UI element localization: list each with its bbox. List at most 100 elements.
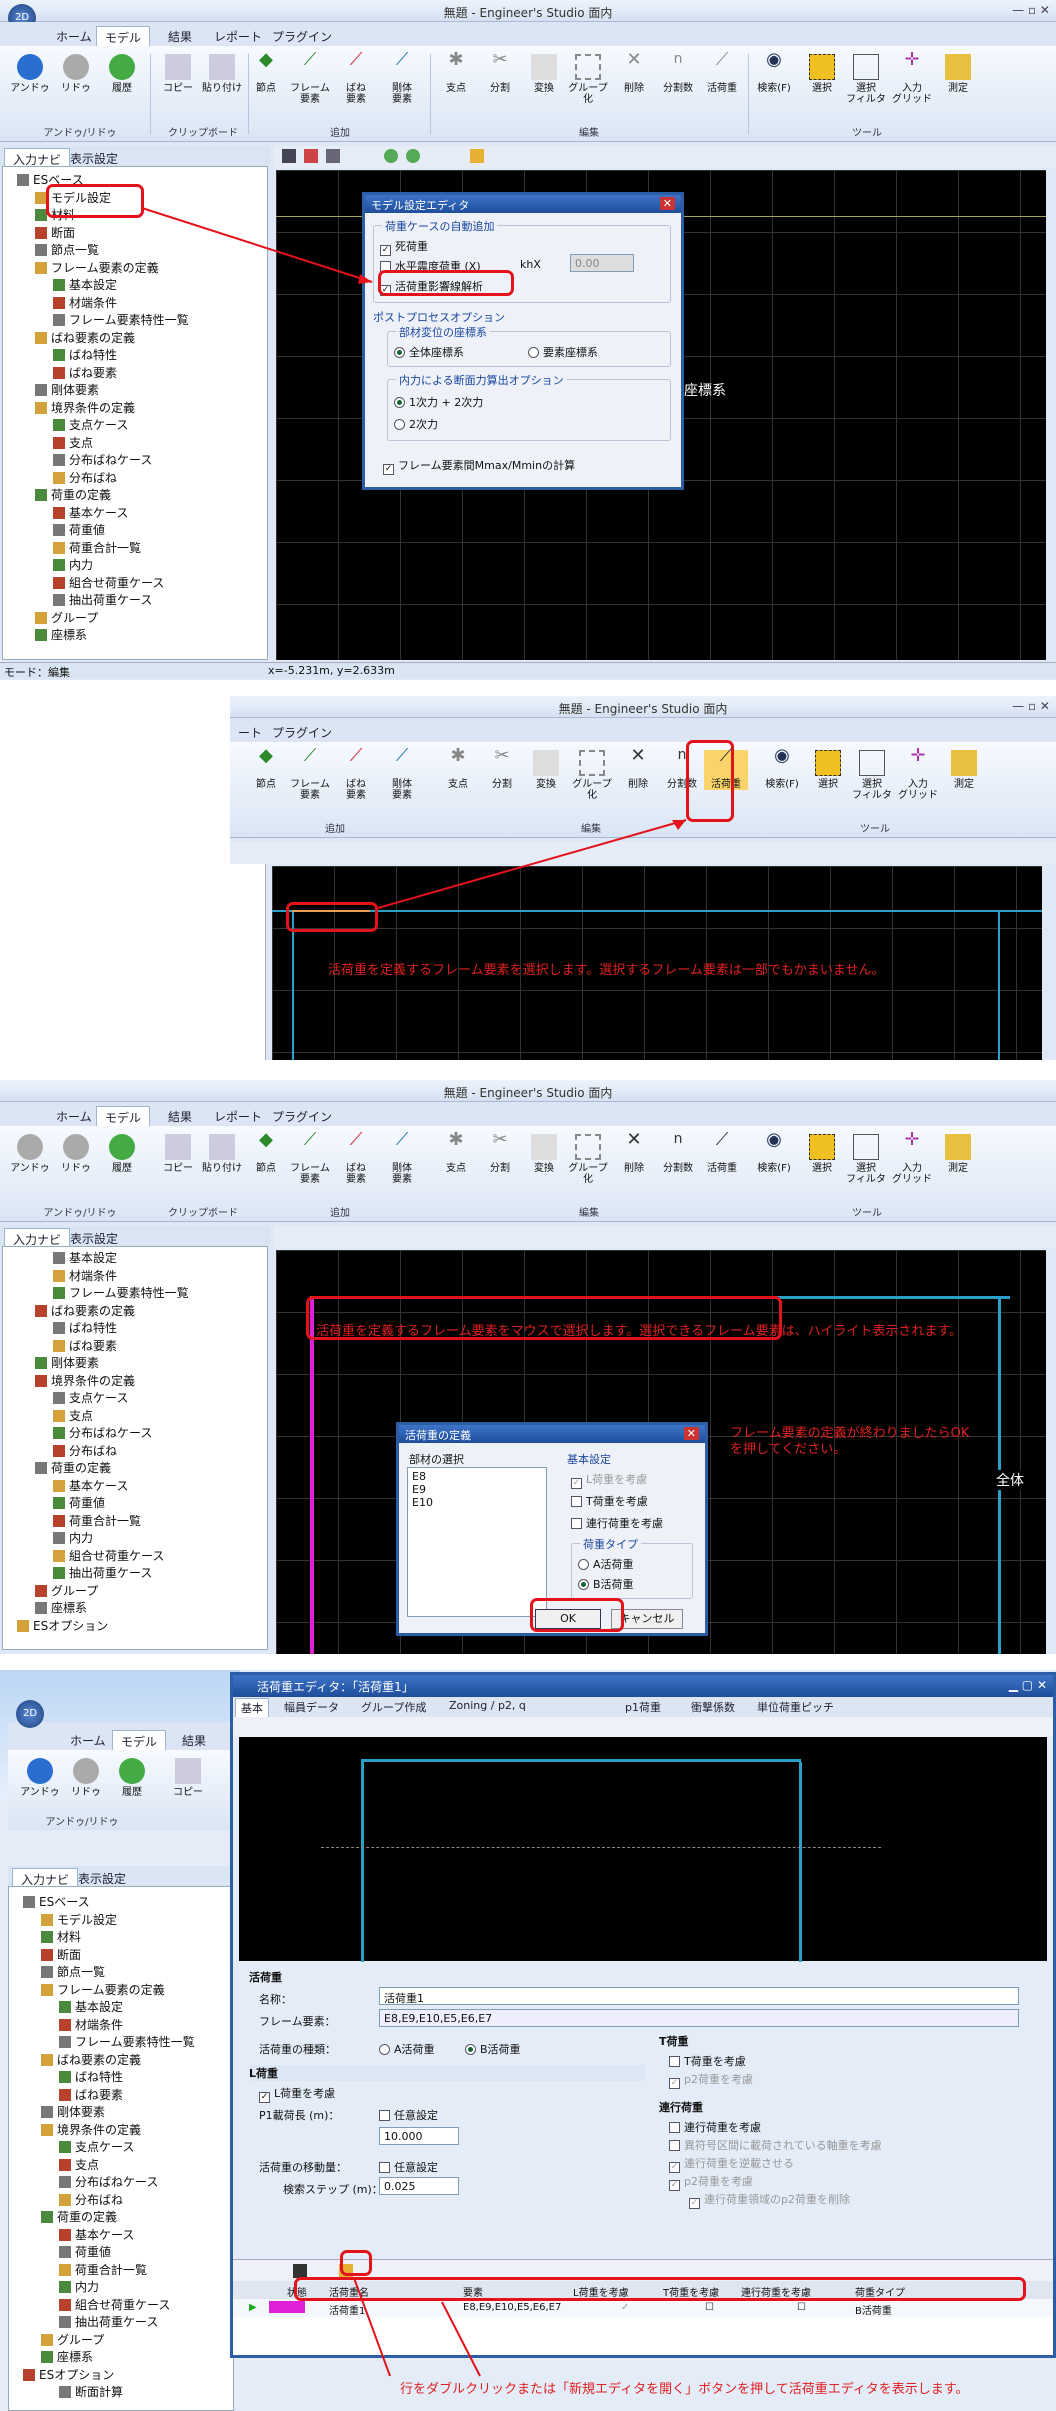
tab-display-settings[interactable]: 表示設定 [62,1228,126,1248]
basic-settings-heading: 基本設定 [567,1453,611,1466]
tab-input-navi[interactable]: 入力ナビ [4,1228,71,1248]
tree-item-label: 組合せ荷重ケース [69,1548,165,1563]
tree-item[interactable]: 支点ケース [53,1389,128,1406]
group-label: グループ 化 [568,1163,608,1185]
tree-node-icon [53,1567,65,1579]
node-icon: ◆ [259,1129,273,1150]
tab-plugin[interactable]: プラグイン [264,1106,340,1126]
tree-node-icon [53,1269,65,1282]
tree-item[interactable]: 分布ばね [53,1442,117,1459]
tree-item-label: 支点ケース [69,1391,129,1405]
tree-item-label: ESオプション [33,1618,109,1633]
split-count-button[interactable]: n 分割数 [656,1131,700,1174]
rigid-icon: ⟋ [395,1129,409,1150]
close-icon[interactable]: ✕ [683,1427,699,1440]
binoculars-icon: ◉ [766,1129,782,1150]
tree-item-label: 荷重値 [69,1496,106,1510]
redo-button[interactable]: リドゥ [54,1134,98,1174]
tab-model[interactable]: モデル [96,1106,151,1126]
paste-button[interactable]: 貼り付け [200,1134,244,1174]
paste-icon [209,1134,235,1160]
tree-item[interactable]: 支点 [53,1407,93,1424]
node-button[interactable]: ◆ 節点 [244,1129,288,1175]
rigid-label: 剛体 要素 [392,1163,412,1185]
tree-item[interactable]: 抽出荷重ケース [53,1564,152,1581]
arrow-annotation [377,819,687,909]
tree-node-icon [53,1252,65,1264]
frame-element-button[interactable]: ⟋ フレーム 要素 [288,1131,332,1186]
history-button[interactable]: 履歴 [100,1134,144,1174]
history-icon [109,1134,135,1160]
paste-label: 貼り付け [202,1163,242,1174]
tree-item-label: グループ [51,1583,99,1598]
moving-load-checkbox[interactable]: 連行荷重を考慮 [571,1515,663,1531]
split-count-icon: n [673,1131,683,1147]
support-button[interactable]: ✱ 支点 [434,1131,478,1175]
delete-icon: ✕ [626,1129,642,1150]
selection-filter-button[interactable]: 選択 フィルタ [844,1134,888,1185]
tree-item[interactable]: 内力 [53,1529,93,1546]
transform-button[interactable]: 変換 [522,1134,566,1174]
copy-icon [165,1134,191,1160]
input-grid-button[interactable]: ✛ 入力 グリッド [890,1131,934,1186]
tree-item[interactable]: グループ [35,1582,98,1599]
b-live-load-radio[interactable]: B活荷重 [578,1576,634,1592]
copy-button[interactable]: コピー [156,1134,200,1174]
rigid-element-button[interactable]: ⟋ 剛体 要素 [380,1129,424,1186]
tree-item[interactable]: 座標系 [35,1599,87,1616]
load-type-legend: 荷重タイプ [580,1536,641,1552]
list-item[interactable]: E8 [412,1470,542,1483]
tree-item[interactable]: ばね要素の定義 [35,1302,135,1319]
undo-button[interactable]: アンドゥ [8,1134,52,1174]
history-label: 履歴 [112,1163,132,1174]
tab-report[interactable]: レポート [206,1106,270,1126]
navigation-tree[interactable]: 基本設定 材端条件 フレーム要素特性一覧 ばね要素の定義 ばね特性 ばね要素剛体要素境界条… [2,1246,268,1650]
ribbon-tabs: ホーム モデル 結果 レポート プラグイン [0,1102,1056,1126]
tree-item-label: 荷重合計一覧 [69,1513,142,1528]
tree-item-label: ばね要素の定義 [51,1303,136,1318]
tree-item-label: 分布ばね [69,1443,118,1458]
tree-node-icon [53,1287,65,1299]
tree-item[interactable]: 基本ケース [53,1477,128,1494]
tab-home[interactable]: ホーム [48,1106,100,1126]
tree-item[interactable]: 荷重合計一覧 [53,1512,141,1529]
tree-item[interactable]: 境界条件の定義 [35,1372,135,1389]
tree-item[interactable]: ばね要素 [53,1337,117,1354]
list-item[interactable]: E10 [412,1496,542,1509]
tree-item[interactable]: 荷重の定義 [35,1459,111,1476]
tree-item-label: 抽出荷重ケース [69,1566,153,1580]
t-load-label: T荷重を考慮 [586,1495,648,1508]
list-item[interactable]: E9 [412,1483,542,1496]
tree-item[interactable]: 材端条件 [53,1267,117,1284]
group-button[interactable]: グループ 化 [566,1134,610,1185]
a-live-load-radio[interactable]: A活荷重 [578,1556,634,1572]
tree-node-icon [53,1392,65,1404]
live-load-label: 活荷重 [707,1163,737,1174]
spring-element-button[interactable]: ⟋ ばね 要素 [334,1131,378,1186]
l-load-checkbox[interactable]: ✓ L荷重を考慮 [571,1471,647,1489]
tree-item[interactable]: 剛体要素 [35,1354,99,1371]
tree-item[interactable]: 基本設定 [53,1249,117,1266]
search-button[interactable]: ◉ 検索(F) [752,1129,796,1175]
tree-item[interactable]: 組合せ荷重ケース [53,1547,164,1564]
select-button[interactable]: 選択 [800,1134,844,1174]
split-count-label: 分割数 [663,1163,693,1174]
delete-button[interactable]: ✕ 削除 [612,1129,656,1175]
live-load-button[interactable]: ⟋ 活荷重 [700,1131,744,1175]
tree-item-label: 座標系 [51,1601,88,1615]
t-load-checkbox[interactable]: T荷重を考慮 [571,1493,648,1509]
tree-item[interactable]: フレーム要素特性一覧 [53,1284,189,1301]
member-list[interactable]: E8 E9 E10 [407,1467,547,1617]
group-label-undo: アンドゥ/リドゥ [43,1208,117,1219]
tree-item[interactable]: 分布ばねケース [53,1424,152,1441]
tree-node-icon [53,1497,65,1509]
split-button[interactable]: ✂ 分割 [478,1131,522,1175]
measure-button[interactable]: 測定 [936,1134,980,1174]
tree-item[interactable]: 荷重値 [53,1494,105,1511]
tree-item[interactable]: ばね特性 [53,1319,117,1336]
tree-node-icon [35,1357,47,1369]
tab-results[interactable]: 結果 [160,1106,200,1126]
tree-item-label: 荷重の定義 [51,1461,112,1475]
tree-item-label: 剛体要素 [51,1356,100,1370]
tree-item[interactable]: ESオプション [17,1617,108,1634]
